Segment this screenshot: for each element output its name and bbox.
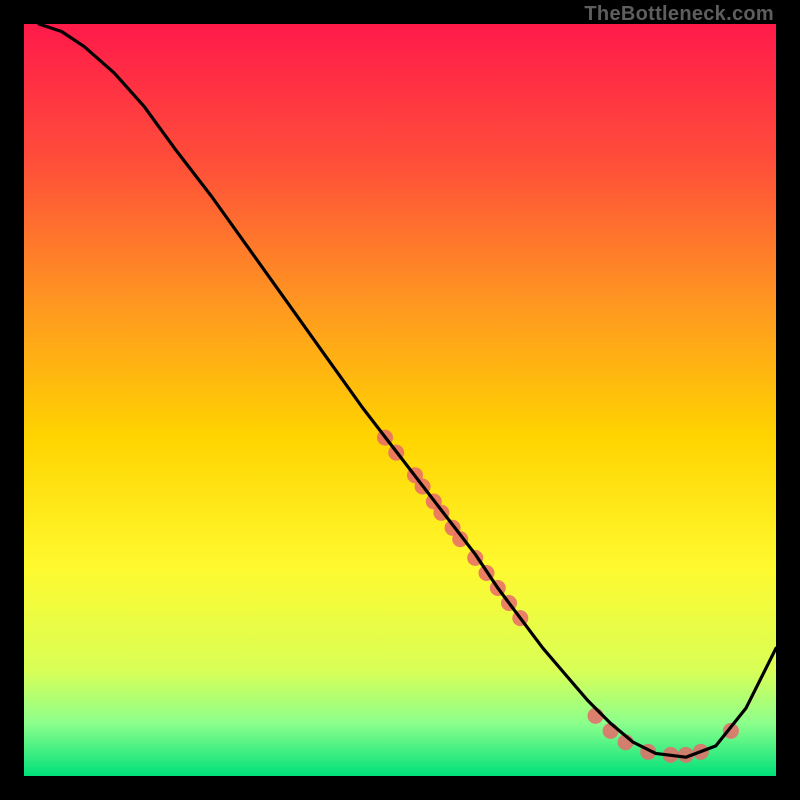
chart-canvas [24,24,776,776]
watermark-text: TheBottleneck.com [584,3,774,26]
chart-frame [24,24,776,776]
gradient-background [24,24,776,776]
